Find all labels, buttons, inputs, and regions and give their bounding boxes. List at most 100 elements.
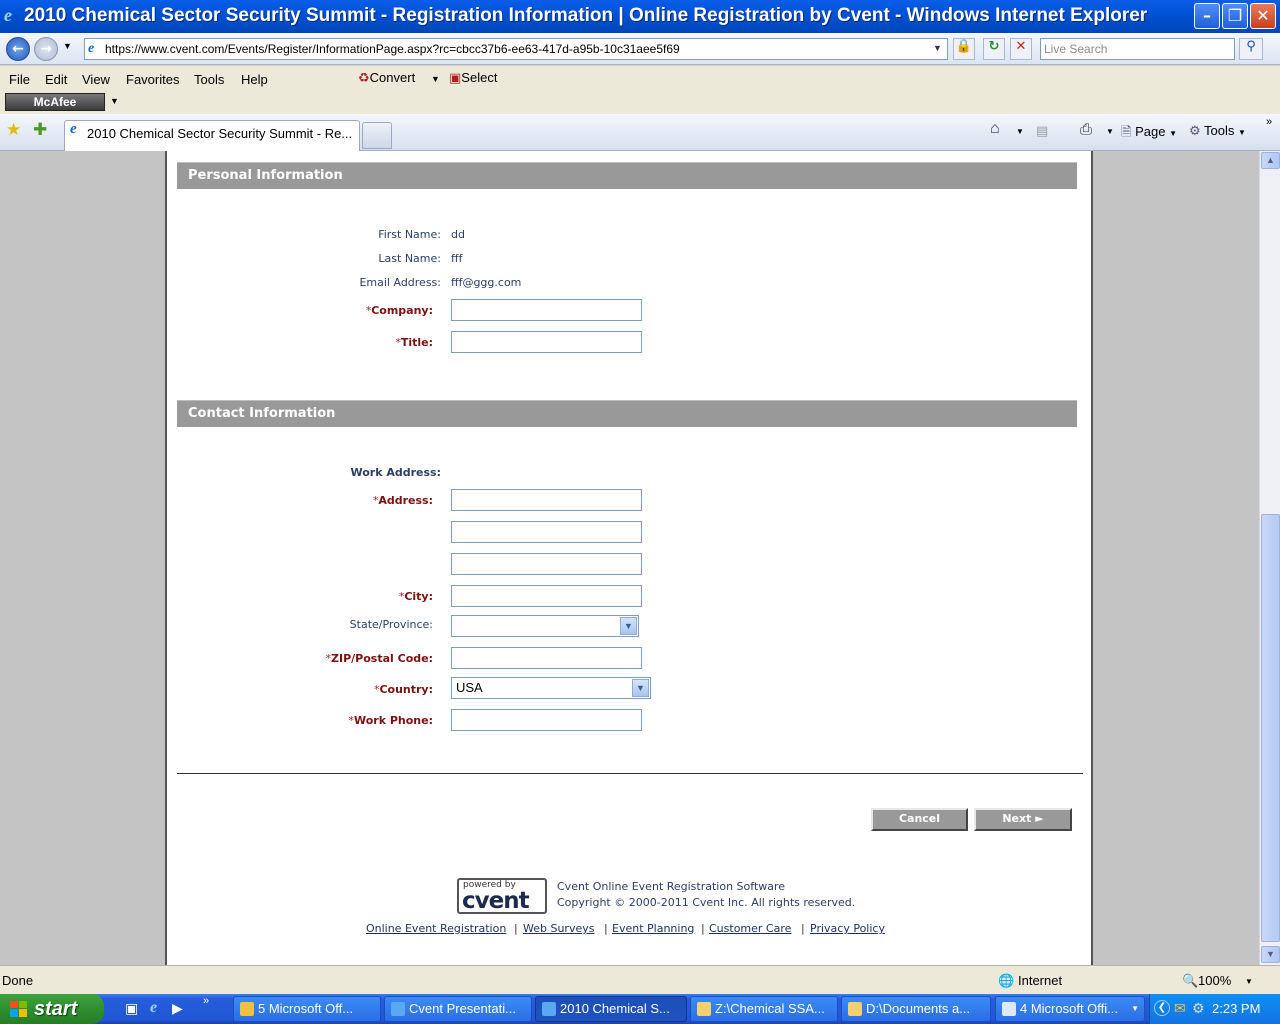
link-separator: | <box>801 922 805 935</box>
menu-file[interactable]: File <box>9 72 30 87</box>
back-button[interactable]: ← <box>6 37 30 61</box>
title-input[interactable] <box>451 331 642 353</box>
next-button[interactable]: Next ► <box>974 808 1072 831</box>
menu-favorites[interactable]: Favorites <box>126 72 179 87</box>
print-dropdown-icon[interactable]: ▼ <box>1106 127 1114 136</box>
link-online-event-registration[interactable]: Online Event Registration <box>366 922 506 935</box>
start-button[interactable]: start <box>0 994 104 1024</box>
toolbar-overflow-icon[interactable]: » <box>1266 116 1272 128</box>
task-microsoft-office-word[interactable]: 4 Microsoft Offi... ▼ <box>995 996 1145 1022</box>
scroll-thumb[interactable] <box>1261 514 1280 942</box>
maximize-button[interactable]: ❐ <box>1222 3 1248 29</box>
status-bar: Done 🌐 Internet 🔍 100% ▼ <box>0 965 1280 994</box>
menu-view[interactable]: View <box>82 72 110 87</box>
quicklaunch-media-icon[interactable]: ▶ <box>172 1000 183 1017</box>
quicklaunch-ie-icon[interactable]: e <box>150 999 157 1017</box>
windows-logo-icon <box>10 1001 27 1017</box>
contact-info-header: Contact Information <box>177 400 1077 427</box>
home-dropdown-icon[interactable]: ▼ <box>1016 127 1024 136</box>
outlook-icon <box>240 1002 254 1016</box>
cancel-button[interactable]: Cancel <box>871 808 968 831</box>
tab-active[interactable]: e 2010 Chemical Sector Security Summit -… <box>64 120 360 151</box>
stop-icon[interactable]: ✕ <box>1010 38 1032 60</box>
select-icon: ▣ <box>449 70 462 85</box>
zoom-dropdown-icon[interactable]: ▼ <box>1245 977 1253 986</box>
company-label: *Company: <box>366 304 433 317</box>
search-icon[interactable]: ⚲ <box>1239 38 1263 60</box>
url-text: https://www.cvent.com/Events/Register/In… <box>105 42 680 56</box>
tools-label: Tools <box>1204 123 1235 138</box>
minimize-button[interactable]: – <box>1194 3 1220 29</box>
task-microsoft-office-outlook[interactable]: 5 Microsoft Off... <box>233 996 381 1022</box>
zip-input[interactable] <box>451 647 642 669</box>
company-input[interactable] <box>451 299 642 321</box>
task-label: Z:\Chemical SSA... <box>715 1001 825 1016</box>
feeds-icon[interactable]: ▤ <box>1036 123 1048 139</box>
link-privacy-policy[interactable]: Privacy Policy <box>810 922 885 935</box>
task-z-chemical-folder[interactable]: Z:\Chemical SSA... <box>690 996 838 1022</box>
link-web-surveys[interactable]: Web Surveys <box>523 922 594 935</box>
work-phone-input[interactable] <box>451 709 642 731</box>
live-search-input[interactable]: Live Search <box>1040 38 1235 60</box>
menu-help[interactable]: Help <box>241 72 268 87</box>
zoom-icon[interactable]: 🔍 <box>1182 973 1198 989</box>
folder-icon <box>697 1002 711 1016</box>
lock-icon[interactable]: 🔒 <box>953 38 975 60</box>
task-2010-chemical[interactable]: 2010 Chemical S... <box>535 996 687 1022</box>
tray-expand-icon[interactable]: ❮ <box>1154 1000 1170 1016</box>
vertical-scrollbar[interactable]: ▲ ▼ <box>1259 151 1280 965</box>
zip-label: *ZIP/Postal Code: <box>326 652 433 665</box>
divider <box>177 773 1083 774</box>
work-address-label: Work Address: <box>350 466 441 479</box>
link-customer-care[interactable]: Customer Care <box>709 922 791 935</box>
title-label: *Title: <box>395 336 433 349</box>
tab-title: 2010 Chemical Sector Security Summit - R… <box>87 126 353 141</box>
scroll-down-button[interactable]: ▼ <box>1261 946 1280 963</box>
add-favorites-icon[interactable]: ✚ <box>33 120 47 140</box>
task-cvent-presentation[interactable]: Cvent Presentati... <box>384 996 532 1022</box>
convert-button[interactable]: ♻Convert <box>358 70 415 86</box>
new-tab-button[interactable] <box>362 122 392 149</box>
clock: 2:23 PM <box>1212 1001 1261 1016</box>
url-dropdown-icon[interactable]: ▼ <box>933 43 942 53</box>
convert-dropdown-icon[interactable]: ▼ <box>431 74 440 84</box>
state-label: State/Province: <box>349 618 433 631</box>
print-icon[interactable]: ⎙ <box>1080 121 1092 138</box>
select-button[interactable]: ▣Select <box>449 70 497 86</box>
scroll-up-button[interactable]: ▲ <box>1261 152 1280 169</box>
favorites-star-icon[interactable]: ★ <box>6 120 21 140</box>
country-label-text: Country: <box>379 683 433 696</box>
globe-icon: 🌐 <box>998 973 1015 988</box>
tools-menu[interactable]: ⚙ Tools ▼ <box>1189 123 1246 139</box>
menu-edit[interactable]: Edit <box>45 72 67 87</box>
state-select[interactable]: ▼ <box>451 615 639 637</box>
tray-mail-icon[interactable]: ✉ <box>1174 1000 1186 1017</box>
tray-network-icon[interactable]: ⚙ <box>1192 1000 1205 1017</box>
page-menu[interactable]: 🗎 Page ▼ <box>1121 123 1177 145</box>
menu-tools[interactable]: Tools <box>194 72 224 87</box>
cvent-logo[interactable]: powered by cvent <box>457 878 547 914</box>
recent-pages-dropdown-icon[interactable]: ▼ <box>63 41 72 51</box>
convert-label: Convert <box>369 70 416 85</box>
country-select[interactable]: USA ▼ <box>451 677 651 699</box>
link-event-planning[interactable]: Event Planning <box>612 922 694 935</box>
task-d-documents-folder[interactable]: D:\Documents a... <box>841 996 991 1022</box>
forward-button[interactable]: → <box>34 37 58 61</box>
address-line2-input[interactable] <box>451 521 642 543</box>
select-label: Select <box>461 70 498 85</box>
address-line3-input[interactable] <box>451 553 642 575</box>
city-label-text: City: <box>404 590 433 603</box>
refresh-icon[interactable]: ↻ <box>983 38 1005 60</box>
home-icon[interactable]: ⌂ <box>990 120 1000 138</box>
mcafee-dropdown-icon[interactable]: ▼ <box>110 96 119 106</box>
status-text: Done <box>2 973 34 988</box>
mcafee-button[interactable]: McAfee <box>5 93 105 111</box>
close-button[interactable]: ✕ <box>1250 3 1276 29</box>
quicklaunch-overflow-icon[interactable]: » <box>203 995 209 1007</box>
zoom-level[interactable]: 100% <box>1198 973 1231 988</box>
address-line1-input[interactable] <box>451 489 642 511</box>
window-title: 2010 Chemical Sector Security Summit - R… <box>24 5 1148 26</box>
url-field[interactable]: e https://www.cvent.com/Events/Register/… <box>84 38 948 60</box>
city-input[interactable] <box>451 585 642 607</box>
quicklaunch-show-desktop-icon[interactable]: ▣ <box>125 1000 138 1017</box>
